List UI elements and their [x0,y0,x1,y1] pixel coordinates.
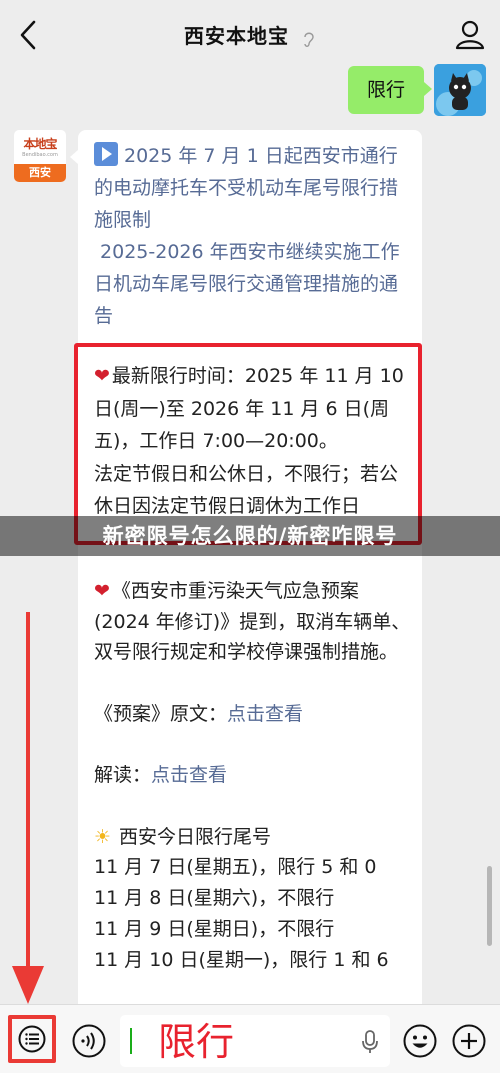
plus-icon[interactable] [452,1024,486,1058]
list-item: 11 月 8 日(星期六)，不限行 [94,887,335,909]
article-link-2-text[interactable]: 2025-2026 年西安市继续实施工作日机动车尾号限行交通管理措施的通告 [94,241,400,327]
menu-button[interactable] [8,1015,56,1063]
menu-list-icon [18,1025,46,1053]
article-link-1-text[interactable]: 2025 年 7 月 1 日起西安市通行的电动摩托车不受机动车尾号限行措施限制 [94,145,398,231]
bot-avatar[interactable]: 本地宝 Bendibao.com 西安 [14,130,66,182]
highlight-line-2: 法定节假日和公休日，不限行；若公休日因法定节假日调休为工作日 [94,462,399,518]
bot-logo: 本地宝 Bendibao.com [14,130,66,164]
list-item: 11 月 7 日(星期五)，限行 5 和 0 [94,856,377,878]
mic-icon[interactable] [360,1029,380,1055]
heart-icon: ❤ [94,580,110,602]
outgoing-message-bubble[interactable]: 限行 [348,66,432,114]
interpret-link-row: 解读：点击查看 [94,760,412,791]
play-icon [94,142,118,166]
message-input-value: 限行 [158,1020,235,1064]
highlight-line-1-text: 最新限行时间：2025 年 11 月 10 日(周一)至 2026 年 11 月… [94,365,404,452]
message-input[interactable]: 限行 [120,1015,390,1067]
article-link-1[interactable]: 2025 年 7 月 1 日起西安市通行的电动摩托车不受机动车尾号限行措施限制 [94,140,408,236]
input-bar: 限行 [0,1004,500,1073]
plan-link-row: 《预案》原文：点击查看 [94,699,412,730]
annotation-arrow-line [26,612,30,972]
ear-icon [304,32,314,47]
article-link-2[interactable]: 2025-2026 年西安市继续实施工作日机动车尾号限行交通管理措施的通告 [94,236,408,332]
plan-paragraph: ❤ 《西安市重污染天气应急预案(2024 年修订)》提到，取消车辆单、双号限行规定… [94,576,412,668]
plan-link[interactable]: 点击查看 [227,703,303,725]
today-title-row: ☀ 西安今日限行尾号 [94,822,412,853]
interpret-link[interactable]: 点击查看 [151,764,227,786]
today-list: 11 月 7 日(星期五)，限行 5 和 0 11 月 8 日(星期六)，不限行… [94,852,412,976]
sun-icon: ☀ [94,825,112,848]
title-wrap: 西安本地宝 [0,20,500,49]
bot-city-label: 西安 [14,164,66,182]
annotation-arrow-head [12,966,44,1004]
heart-icon: ❤ [94,365,110,387]
list-item: 11 月 9 日(星期日)，不限行 [94,918,335,940]
chat-scrollbar[interactable] [487,866,492,946]
chat-header: 西安本地宝 [0,0,500,70]
today-title: 西安今日限行尾号 [119,825,272,848]
highlight-text: ❤ 最新限行时间：2025 年 11 月 10 日(周一)至 2026 年 11 … [94,360,412,523]
bot-logo-text: 本地宝 [23,137,57,151]
highlight-line-1: ❤ 最新限行时间：2025 年 11 月 10 日(周一)至 2026 年 11 … [94,360,412,458]
card-body: ❤ 《西安市重污染天气应急预案(2024 年修订)》提到，取消车辆单、双号限行规定… [94,576,412,976]
emoji-icon[interactable] [403,1024,437,1058]
list-item: 11 月 10 日(星期一)，限行 1 和 6 [94,949,389,971]
user-avatar-image [434,64,486,116]
interpret-label: 解读： [94,764,152,786]
user-avatar[interactable] [434,64,486,116]
overlay-caption: 新密限号怎么限的/新密咋限号 [0,516,500,556]
profile-icon[interactable] [454,18,486,50]
plan-text: 《西安市重污染天气应急预案(2024 年修订)》提到，取消车辆单、双号限行规定和… [94,580,411,663]
chat-title: 西安本地宝 [183,24,289,48]
bot-logo-url: Bendibao.com [22,152,58,158]
plan-label: 《预案》原文： [94,702,228,725]
text-cursor [130,1028,132,1054]
article-links: 2025 年 7 月 1 日起西安市通行的电动摩托车不受机动车尾号限行措施限制 … [94,140,408,332]
voice-icon[interactable] [72,1024,106,1058]
